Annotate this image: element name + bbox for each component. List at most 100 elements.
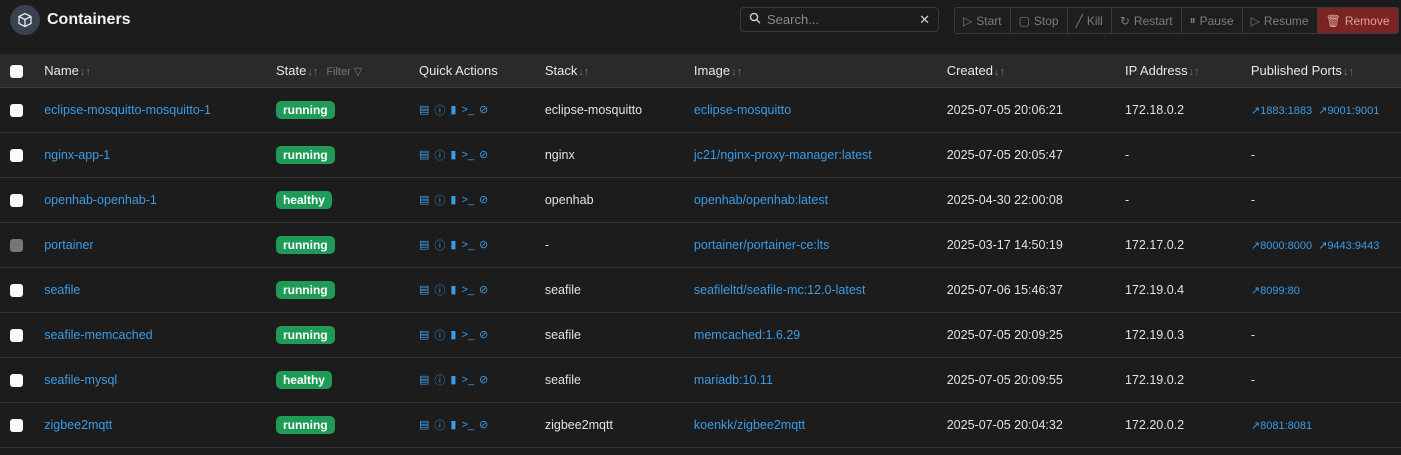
stats-icon[interactable]: ▮: [450, 283, 456, 296]
info-icon[interactable]: ⓘ: [434, 102, 445, 118]
logs-icon[interactable]: ▤: [419, 193, 429, 206]
ip-value: 172.18.0.2: [1124, 102, 1185, 117]
image-link[interactable]: seafileltd/seafile-mc:12.0-latest: [694, 283, 866, 297]
logs-icon[interactable]: ▤: [419, 328, 429, 341]
image-link[interactable]: koenkk/zigbee2mqtt: [694, 418, 805, 432]
container-name-link[interactable]: seafile: [44, 283, 80, 297]
console-icon[interactable]: >_: [461, 194, 474, 206]
console-icon[interactable]: >_: [461, 239, 474, 251]
column-name[interactable]: Name↓↑: [34, 54, 276, 88]
table-row: seafile running ▤ ⓘ ▮ >_ ⊘ seafile seafi…: [0, 267, 1401, 313]
row-checkbox[interactable]: [10, 328, 23, 342]
quick-actions: ▤ ⓘ ▮ >_ ⊘: [419, 147, 545, 163]
stack-value: seafile: [544, 327, 581, 342]
column-created[interactable]: Created↓↑: [946, 54, 1125, 88]
remove-button[interactable]: 🗑 Remove: [1317, 8, 1398, 33]
sort-icon: ↓↑: [993, 65, 1005, 78]
stats-icon[interactable]: ▮: [450, 103, 456, 116]
stats-icon[interactable]: ▮: [450, 148, 456, 161]
stop-icon: ▢: [1018, 13, 1030, 28]
container-name-link[interactable]: portainer: [44, 238, 93, 252]
row-checkbox[interactable]: [10, 148, 23, 162]
console-icon[interactable]: >_: [461, 374, 474, 386]
stop-button[interactable]: ▢ Stop: [1010, 8, 1068, 33]
logs-icon[interactable]: ▤: [419, 238, 429, 251]
console-icon[interactable]: >_: [461, 149, 474, 161]
container-name-link[interactable]: seafile-memcached: [44, 328, 152, 342]
info-icon[interactable]: ⓘ: [434, 192, 445, 208]
attach-icon[interactable]: ⊘: [479, 238, 488, 251]
container-name-link[interactable]: seafile-mysql: [44, 373, 117, 387]
image-link[interactable]: openhab/openhab:latest: [694, 193, 828, 207]
search-input[interactable]: [767, 12, 914, 27]
attach-icon[interactable]: ⊘: [479, 193, 488, 206]
logs-icon[interactable]: ▤: [419, 418, 429, 431]
container-name-link[interactable]: eclipse-mosquitto-mosquitto-1: [44, 103, 211, 117]
logs-icon[interactable]: ▤: [419, 283, 429, 296]
column-ip[interactable]: IP Address↓↑: [1124, 54, 1251, 88]
filter-button[interactable]: Filter ▽: [326, 66, 362, 78]
attach-icon[interactable]: ⊘: [479, 148, 488, 161]
clear-search-icon[interactable]: ✕: [919, 12, 930, 28]
attach-icon[interactable]: ⊘: [479, 283, 488, 296]
column-ports[interactable]: Published Ports↓↑: [1250, 54, 1401, 88]
info-icon[interactable]: ⓘ: [434, 372, 445, 388]
column-state[interactable]: State↓↑ Filter ▽: [275, 54, 419, 88]
row-checkbox[interactable]: [10, 103, 23, 117]
attach-icon[interactable]: ⊘: [479, 328, 488, 341]
start-button[interactable]: ▷ Start: [955, 8, 1011, 33]
row-checkbox[interactable]: [10, 283, 23, 297]
restart-button[interactable]: ↻ Restart: [1111, 8, 1182, 33]
row-checkbox[interactable]: [10, 373, 23, 387]
pause-button[interactable]: ⏸ Pause: [1181, 8, 1243, 33]
published-port-link[interactable]: ↗8081:8081: [1251, 420, 1312, 432]
status-badge: running: [275, 280, 335, 299]
attach-icon[interactable]: ⊘: [479, 103, 488, 116]
stats-icon[interactable]: ▮: [450, 238, 456, 251]
console-icon[interactable]: >_: [461, 329, 474, 341]
select-all-checkbox[interactable]: [10, 64, 23, 78]
info-icon[interactable]: ⓘ: [434, 327, 445, 343]
published-port-link[interactable]: ↗9001:9001: [1318, 105, 1379, 117]
attach-icon[interactable]: ⊘: [479, 418, 488, 431]
console-icon[interactable]: >_: [461, 419, 474, 431]
published-port-link[interactable]: ↗8000:8000: [1251, 240, 1312, 252]
port-label: 9001:9001: [1327, 104, 1380, 117]
ip-value: 172.19.0.2: [1124, 372, 1185, 387]
column-image[interactable]: Image↓↑: [693, 54, 947, 88]
image-link[interactable]: jc21/nginx-proxy-manager:latest: [694, 148, 872, 162]
resume-button[interactable]: ▷ Resume: [1242, 8, 1318, 33]
search-box[interactable]: ✕: [740, 7, 939, 32]
info-icon[interactable]: ⓘ: [434, 282, 445, 298]
container-name-link[interactable]: zigbee2mqtt: [44, 418, 112, 432]
published-port-link[interactable]: ↗8099:80: [1251, 285, 1300, 297]
published-port-link[interactable]: ↗9443:9443: [1318, 240, 1379, 252]
container-name-link[interactable]: openhab-openhab-1: [44, 193, 157, 207]
info-icon[interactable]: ⓘ: [434, 417, 445, 433]
external-link-icon: ↗: [1318, 104, 1328, 117]
stack-value: -: [544, 237, 550, 252]
logs-icon[interactable]: ▤: [419, 103, 429, 116]
published-port-link[interactable]: ↗1883:1883: [1251, 105, 1312, 117]
stats-icon[interactable]: ▮: [450, 373, 456, 386]
port-label: 8081:8081: [1260, 419, 1313, 432]
image-link[interactable]: mariadb:10.11: [694, 373, 773, 387]
row-checkbox[interactable]: [10, 193, 23, 207]
attach-icon[interactable]: ⊘: [479, 373, 488, 386]
logs-icon[interactable]: ▤: [419, 148, 429, 161]
stats-icon[interactable]: ▮: [450, 328, 456, 341]
stats-icon[interactable]: ▮: [450, 418, 456, 431]
info-icon[interactable]: ⓘ: [434, 147, 445, 163]
image-link[interactable]: eclipse-mosquitto: [694, 103, 791, 117]
image-link[interactable]: memcached:1.6.29: [694, 328, 800, 342]
console-icon[interactable]: >_: [461, 104, 474, 116]
container-name-link[interactable]: nginx-app-1: [44, 148, 110, 162]
logs-icon[interactable]: ▤: [419, 373, 429, 386]
kill-button[interactable]: ╱ Kill: [1067, 8, 1112, 33]
stats-icon[interactable]: ▮: [450, 193, 456, 206]
column-stack[interactable]: Stack↓↑: [544, 54, 694, 88]
console-icon[interactable]: >_: [461, 284, 474, 296]
row-checkbox[interactable]: [10, 418, 23, 432]
image-link[interactable]: portainer/portainer-ce:lts: [694, 238, 829, 252]
info-icon[interactable]: ⓘ: [434, 237, 445, 253]
